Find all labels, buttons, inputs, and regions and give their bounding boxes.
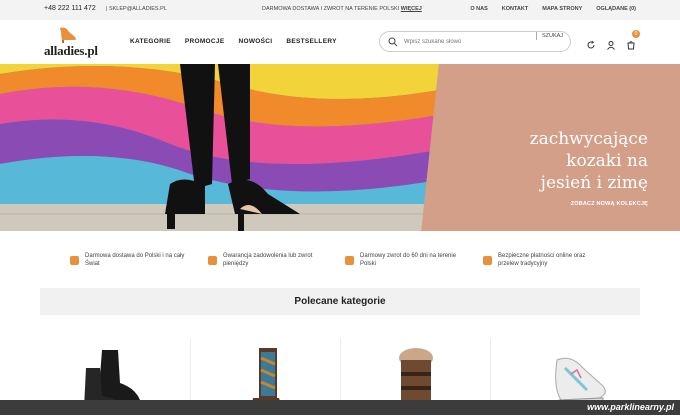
benefit-text: Darmowy zwrot do 60 dni na terenie Polsk… [360, 253, 457, 267]
shipping-info: DARMOWA DOSTAWA I ZWROT NA TERENIE POLSK… [262, 6, 422, 12]
delivery-icon [70, 256, 79, 265]
nav-new[interactable]: NOWOŚCI [238, 38, 272, 45]
top-bar: +48 222 111 472 | SKLEP@ALLADIES.PL DARM… [0, 0, 680, 20]
payment-icon [483, 256, 492, 265]
benefits-row: Darmowa dostawa do Polski i na cały Świa… [0, 252, 680, 276]
link-contact[interactable]: KONTAKT [502, 6, 528, 12]
hero-banner[interactable]: zachwycające kozaki na jesień i zimę ZOB… [0, 64, 680, 231]
cart-icon[interactable] [626, 37, 636, 50]
benefit-shipping: Darmowa dostawa do Polski i na cały Świa… [70, 252, 190, 268]
benefit-payment: Bezpieczne płatności online oraz przelew… [483, 252, 603, 268]
hero-headline: zachwycające kozaki na jesień i zimę [530, 128, 648, 194]
nav-bestsellers[interactable]: BESTSELLERY [286, 38, 336, 45]
cart-count-badge: 0 [632, 30, 640, 38]
header-icons [586, 37, 636, 50]
logo[interactable]: alladies.pl [44, 26, 100, 58]
search-input[interactable] [404, 36, 524, 48]
hero-headline-line2: kozaki na [566, 151, 648, 171]
search-button[interactable]: SZUKAJ [536, 32, 568, 40]
search-icon [388, 37, 398, 47]
benefit-text: Gwarancja zadowolenia lub zwrot pieniędz… [223, 253, 313, 267]
link-sitemap[interactable]: MAPA STRONY [542, 6, 582, 12]
hero-cta-link[interactable]: ZOBACZ NOWĄ KOLEKCJĘ [571, 201, 648, 207]
link-about[interactable]: O NAS [470, 6, 487, 12]
watermark-bar: www.parklinearny.pl [0, 400, 680, 415]
nav-categories[interactable]: KATEGORIE [130, 38, 171, 45]
link-viewed[interactable]: OGLĄDANE (0) [596, 6, 636, 12]
benefit-guarantee: Gwarancja zadowolenia lub zwrot pieniędz… [208, 252, 328, 268]
header: alladies.pl KATEGORIE PROMOCJE NOWOŚCI B… [0, 20, 680, 64]
search-box: SZUKAJ [379, 31, 571, 52]
return-icon [345, 256, 354, 265]
shipping-more-link[interactable]: WIĘCEJ [401, 6, 422, 12]
watermark-text: www.parklinearny.pl [587, 402, 674, 412]
hero-headline-line3: jesień i zimę [540, 173, 648, 193]
benefit-text: Bezpieczne płatności online oraz przelew… [498, 253, 586, 267]
top-links: O NAS KONTAKT MAPA STRONY OGLĄDANE (0) [470, 6, 636, 12]
main-nav: KATEGORIE PROMOCJE NOWOŚCI BESTSELLERY [130, 38, 337, 45]
email-link[interactable]: | SKLEP@ALLADIES.PL [106, 6, 167, 12]
nav-promotions[interactable]: PROMOCJE [185, 38, 225, 45]
phone-number[interactable]: +48 222 111 472 [44, 5, 96, 12]
recommended-categories-title: Polecane kategorie [40, 288, 640, 315]
shipping-text: DARMOWA DOSTAWA I ZWROT NA TERENIE POLSK… [262, 6, 400, 12]
benefit-text: Darmowa dostawa do Polski i na cały Świa… [85, 253, 185, 267]
hero-image [0, 64, 470, 231]
benefit-return: Darmowy zwrot do 60 dni na terenie Polsk… [345, 252, 465, 268]
hero-headline-line1: zachwycające [529, 129, 648, 149]
guarantee-icon [208, 256, 217, 265]
logo-text: alladies.pl [44, 43, 98, 58]
shoe-logo-icon [60, 27, 76, 43]
refresh-icon[interactable] [586, 37, 596, 49]
user-icon[interactable] [606, 37, 616, 50]
